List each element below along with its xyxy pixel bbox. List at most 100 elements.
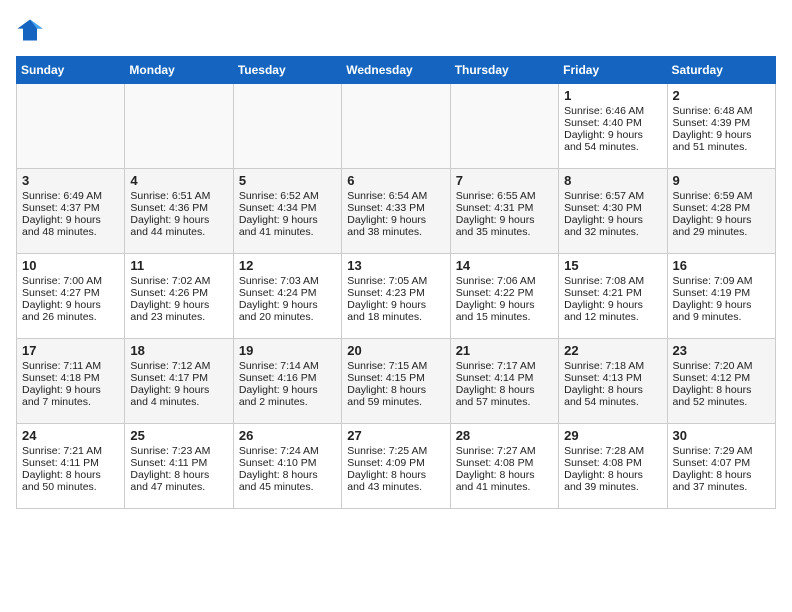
day-info: Daylight: 8 hours and 43 minutes.	[347, 469, 444, 493]
day-info: Daylight: 8 hours and 52 minutes.	[673, 384, 770, 408]
day-info: Sunset: 4:39 PM	[673, 117, 770, 129]
day-info: Daylight: 9 hours and 9 minutes.	[673, 299, 770, 323]
day-info: Sunset: 4:19 PM	[673, 287, 770, 299]
day-info: Sunset: 4:27 PM	[22, 287, 119, 299]
day-number: 22	[564, 343, 661, 358]
day-info: Sunrise: 7:08 AM	[564, 275, 661, 287]
day-info: Sunrise: 7:23 AM	[130, 445, 227, 457]
logo	[16, 16, 48, 44]
day-info: Sunrise: 7:24 AM	[239, 445, 336, 457]
day-info: Sunrise: 7:28 AM	[564, 445, 661, 457]
day-info: Daylight: 9 hours and 26 minutes.	[22, 299, 119, 323]
day-info: Daylight: 9 hours and 51 minutes.	[673, 129, 770, 153]
calendar-cell	[17, 84, 125, 169]
calendar-cell: 19 Sunrise: 7:14 AMSunset: 4:16 PMDayligh…	[233, 339, 341, 424]
header-sunday: Sunday	[17, 57, 125, 84]
day-number: 19	[239, 343, 336, 358]
calendar-cell: 17Sunrise: 7:11 AMSunset: 4:18 PMDayligh…	[17, 339, 125, 424]
calendar-cell: 24Sunrise: 7:21 AMSunset: 4:11 PMDayligh…	[17, 424, 125, 509]
day-info: Daylight: 8 hours and 41 minutes.	[456, 469, 553, 493]
day-info: Daylight: 9 hours and 29 minutes.	[673, 214, 770, 238]
day-info: Sunrise: 7:00 AM	[22, 275, 119, 287]
day-number: 5	[239, 173, 336, 188]
day-info: Sunset: 4:17 PM	[130, 372, 227, 384]
day-info: Daylight: 8 hours and 47 minutes.	[130, 469, 227, 493]
header-saturday: Saturday	[667, 57, 775, 84]
day-info: Sunset: 4:33 PM	[347, 202, 444, 214]
day-info: Daylight: 8 hours and 57 minutes.	[456, 384, 553, 408]
day-info: Daylight: 8 hours and 54 minutes.	[564, 384, 661, 408]
day-info: Sunrise: 7:12 AM	[130, 360, 227, 372]
calendar-cell: 18 Sunrise: 7:12 AMSunset: 4:17 PMDayligh…	[125, 339, 233, 424]
calendar-cell: 7Sunrise: 6:55 AMSunset: 4:31 PMDaylight…	[450, 169, 558, 254]
calendar-cell	[342, 84, 450, 169]
calendar-cell: 27Sunrise: 7:25 AMSunset: 4:09 PMDayligh…	[342, 424, 450, 509]
calendar-cell: 9Sunrise: 6:59 AMSunset: 4:28 PMDaylight…	[667, 169, 775, 254]
week-row-5: 24Sunrise: 7:21 AMSunset: 4:11 PMDayligh…	[17, 424, 776, 509]
day-info: Daylight: 9 hours and 2 minutes.	[239, 384, 336, 408]
day-info: Sunset: 4:15 PM	[347, 372, 444, 384]
calendar-cell	[125, 84, 233, 169]
calendar-cell: 23Sunrise: 7:20 AMSunset: 4:12 PMDayligh…	[667, 339, 775, 424]
day-number: 27	[347, 428, 444, 443]
calendar-cell: 20Sunrise: 7:15 AMSunset: 4:15 PMDayligh…	[342, 339, 450, 424]
day-info: Sunset: 4:07 PM	[673, 457, 770, 469]
day-info: Sunset: 4:16 PM	[239, 372, 336, 384]
day-info: Sunrise: 6:46 AM	[564, 105, 661, 117]
day-info: Daylight: 9 hours and 54 minutes.	[564, 129, 661, 153]
day-info: Sunrise: 6:54 AM	[347, 190, 444, 202]
day-info: Sunrise: 7:09 AM	[673, 275, 770, 287]
day-number: 23	[673, 343, 770, 358]
week-row-1: 1Sunrise: 6:46 AMSunset: 4:40 PMDaylight…	[17, 84, 776, 169]
day-info: Sunrise: 6:55 AM	[456, 190, 553, 202]
header-tuesday: Tuesday	[233, 57, 341, 84]
day-info: Sunrise: 7:17 AM	[456, 360, 553, 372]
day-info: Sunrise: 6:49 AM	[22, 190, 119, 202]
calendar-cell: 2Sunrise: 6:48 AMSunset: 4:39 PMDaylight…	[667, 84, 775, 169]
day-info: Daylight: 9 hours and 12 minutes.	[564, 299, 661, 323]
day-info: Sunrise: 7:14 AM	[239, 360, 336, 372]
day-info: Daylight: 9 hours and 38 minutes.	[347, 214, 444, 238]
calendar-cell	[233, 84, 341, 169]
day-number: 9	[673, 173, 770, 188]
calendar-cell: 3Sunrise: 6:49 AMSunset: 4:37 PMDaylight…	[17, 169, 125, 254]
day-info: Daylight: 9 hours and 32 minutes.	[564, 214, 661, 238]
day-info: Daylight: 9 hours and 20 minutes.	[239, 299, 336, 323]
day-info: Sunrise: 7:03 AM	[239, 275, 336, 287]
day-info: Sunrise: 7:27 AM	[456, 445, 553, 457]
calendar-cell: 15Sunrise: 7:08 AMSunset: 4:21 PMDayligh…	[559, 254, 667, 339]
day-info: Sunset: 4:28 PM	[673, 202, 770, 214]
day-info: Sunset: 4:08 PM	[564, 457, 661, 469]
calendar-cell: 26Sunrise: 7:24 AMSunset: 4:10 PMDayligh…	[233, 424, 341, 509]
day-number: 17	[22, 343, 119, 358]
day-info: Sunrise: 7:29 AM	[673, 445, 770, 457]
day-info: Sunrise: 7:18 AM	[564, 360, 661, 372]
day-info: Sunset: 4:37 PM	[22, 202, 119, 214]
days-header-row: SundayMondayTuesdayWednesdayThursdayFrid…	[17, 57, 776, 84]
day-info: Daylight: 9 hours and 7 minutes.	[22, 384, 119, 408]
calendar-cell: 4Sunrise: 6:51 AMSunset: 4:36 PMDaylight…	[125, 169, 233, 254]
calendar-table: SundayMondayTuesdayWednesdayThursdayFrid…	[16, 56, 776, 509]
day-number: 14	[456, 258, 553, 273]
day-number: 12	[239, 258, 336, 273]
calendar-cell: 8Sunrise: 6:57 AMSunset: 4:30 PMDaylight…	[559, 169, 667, 254]
header-thursday: Thursday	[450, 57, 558, 84]
day-info: Sunrise: 7:20 AM	[673, 360, 770, 372]
day-number: 16	[673, 258, 770, 273]
day-info: Sunset: 4:31 PM	[456, 202, 553, 214]
day-info: Sunrise: 7:11 AM	[22, 360, 119, 372]
day-info: Sunset: 4:11 PM	[130, 457, 227, 469]
calendar-cell: 5Sunrise: 6:52 AMSunset: 4:34 PMDaylight…	[233, 169, 341, 254]
day-info: Sunset: 4:34 PM	[239, 202, 336, 214]
day-number: 6	[347, 173, 444, 188]
day-info: Sunset: 4:09 PM	[347, 457, 444, 469]
header-wednesday: Wednesday	[342, 57, 450, 84]
day-info: Daylight: 8 hours and 59 minutes.	[347, 384, 444, 408]
day-number: 18	[130, 343, 227, 358]
day-number: 4	[130, 173, 227, 188]
day-info: Daylight: 8 hours and 50 minutes.	[22, 469, 119, 493]
calendar-cell: 12Sunrise: 7:03 AMSunset: 4:24 PMDayligh…	[233, 254, 341, 339]
day-info: Sunrise: 7:02 AM	[130, 275, 227, 287]
day-info: Daylight: 9 hours and 4 minutes.	[130, 384, 227, 408]
day-info: Sunset: 4:11 PM	[22, 457, 119, 469]
